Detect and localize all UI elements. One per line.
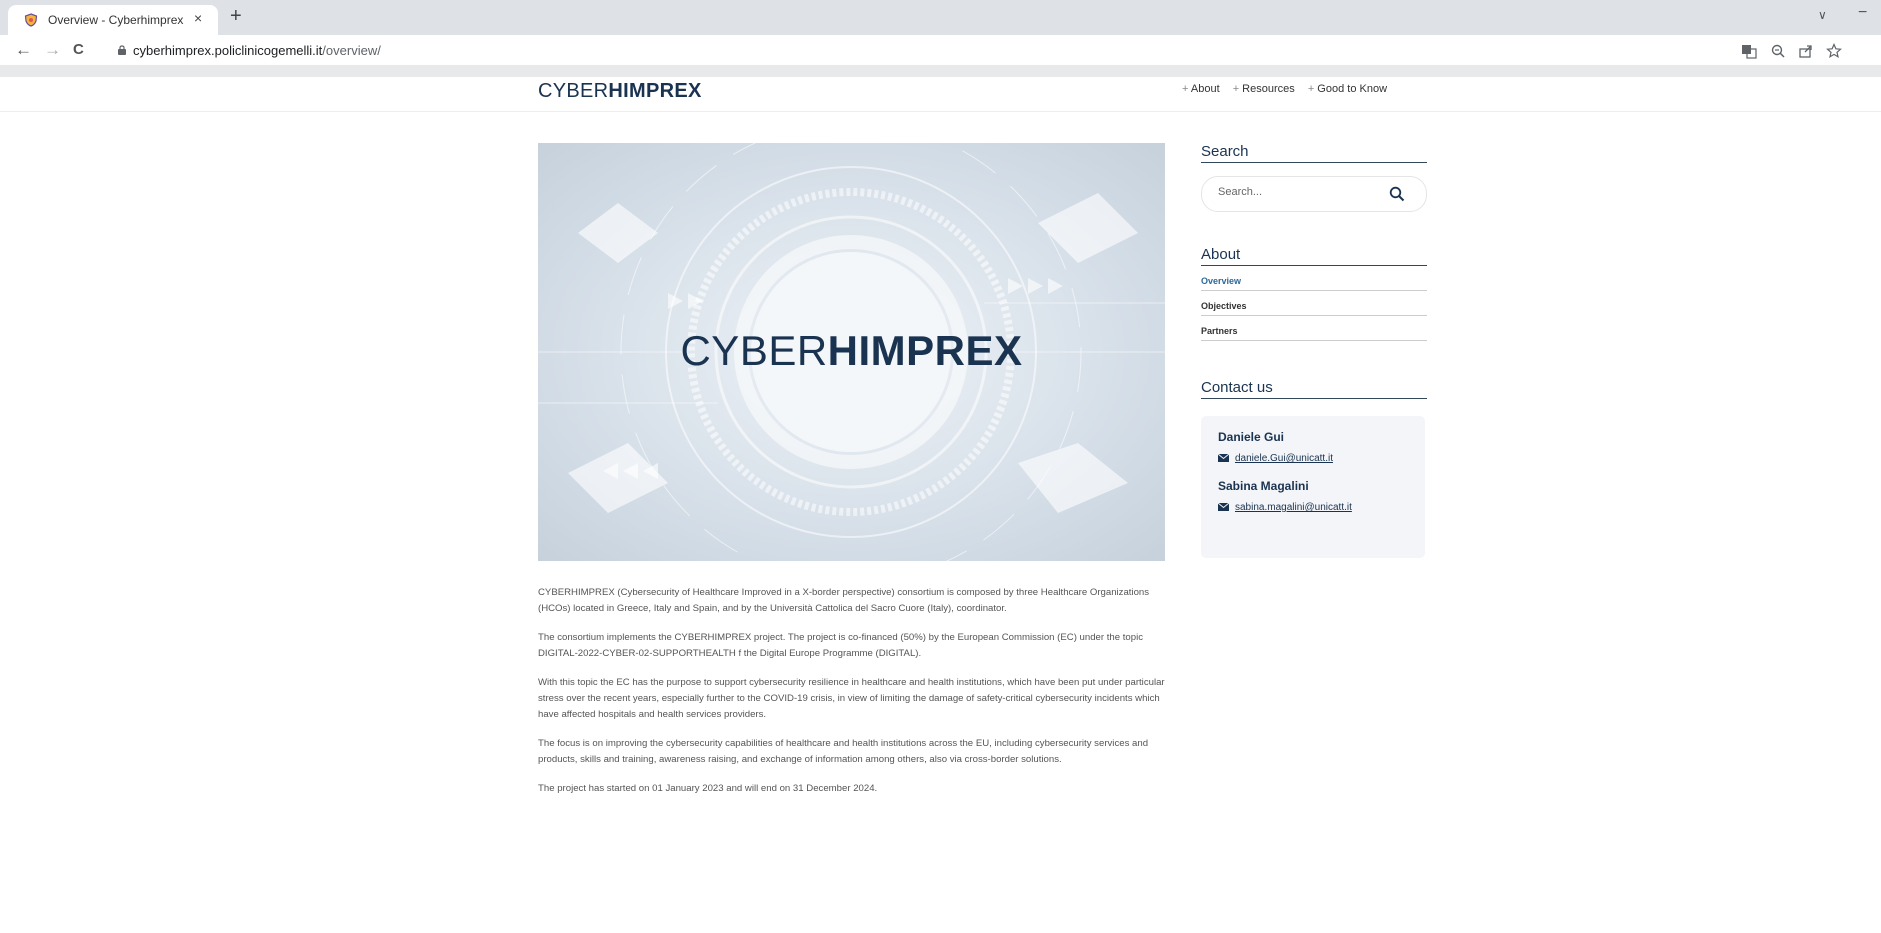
article-paragraph: With this topic the EC has the purpose t… <box>538 677 1165 720</box>
top-navigation: + About + Resources + Good to Know <box>1182 83 1397 95</box>
nav-plus: + <box>1307 83 1318 95</box>
mail-icon <box>1217 453 1230 463</box>
browser-toolbar: ← → C cyberhimprex.policlinicogemelli.it… <box>0 35 1881 65</box>
shield-favicon-icon <box>24 13 38 27</box>
tab-close-button[interactable]: × <box>194 10 202 26</box>
search-input[interactable] <box>1216 185 1370 199</box>
contact-name: Sabina Magalini <box>1218 479 1309 493</box>
hero-title: CYBERHIMPREX <box>538 327 1165 375</box>
logo-bold-text: HIMPREX <box>608 80 702 102</box>
browser-tab-bar: Overview - Cyberhimprex × + ∨ − <box>0 0 1881 35</box>
site-header: CYBERHIMPREX + About + Resources + Good … <box>0 77 1881 112</box>
search-box <box>1201 176 1427 212</box>
new-tab-button[interactable]: + <box>230 5 242 27</box>
nav-plus: + <box>1232 83 1243 95</box>
share-icon[interactable] <box>1798 43 1814 59</box>
logo-light-text: CYBER <box>538 80 609 102</box>
contact-heading: Contact us <box>1201 379 1427 399</box>
nav-good-to-know[interactable]: + Good to Know <box>1308 83 1387 95</box>
lock-icon[interactable] <box>117 45 127 55</box>
article-paragraph: The project has started on 01 January 20… <box>538 783 878 794</box>
minimize-button[interactable]: − <box>1858 4 1867 22</box>
page-top-stripe <box>0 65 1881 77</box>
hero-image: CYBERHIMPREX <box>538 143 1165 561</box>
search-icon[interactable] <box>1389 186 1405 202</box>
zoom-icon[interactable] <box>1770 43 1786 59</box>
article-paragraph: The focus is on improving the cybersecur… <box>538 738 1149 765</box>
address-bar[interactable]: cyberhimprex.policlinicogemelli.it/overv… <box>133 43 381 58</box>
back-button[interactable]: ← <box>15 41 32 59</box>
contact-email-link[interactable]: daniele.Gui@unicatt.it <box>1235 453 1333 464</box>
article-body: CYBERHIMPREX (Cybersecurity of Healthcar… <box>538 585 1168 810</box>
star-icon[interactable] <box>1826 43 1842 59</box>
article-paragraph: The consortium implements the CYBERHIMPR… <box>538 632 1144 659</box>
contact-email-link[interactable]: sabina.magalini@unicatt.it <box>1235 502 1352 513</box>
url-host: cyberhimprex.policlinicogemelli.it <box>133 43 323 58</box>
sidebar-link-partners[interactable]: Partners <box>1201 326 1427 341</box>
sidebar-link-overview[interactable]: Overview <box>1201 276 1427 291</box>
tab-search-icon[interactable]: ∨ <box>1818 8 1827 22</box>
site-logo[interactable]: CYBERHIMPREX <box>538 80 702 103</box>
about-heading: About <box>1201 246 1427 266</box>
contact-card: Daniele Gui daniele.Gui@unicatt.it Sabin… <box>1201 416 1425 558</box>
url-path: /overview/ <box>322 43 381 58</box>
hero-title-bold: HIMPREX <box>827 327 1023 374</box>
translate-icon[interactable] <box>1741 43 1757 59</box>
hero-title-light: CYBER <box>680 327 828 374</box>
nav-about[interactable]: + About <box>1182 83 1220 95</box>
tab-title: Overview - Cyberhimprex <box>48 13 184 27</box>
search-heading: Search <box>1201 143 1427 163</box>
nav-about-label: About <box>1190 83 1220 95</box>
nav-good-to-know-label: Good to Know <box>1317 83 1388 95</box>
contact-name: Daniele Gui <box>1218 430 1285 444</box>
nav-plus: + <box>1182 83 1191 95</box>
sidebar-link-objectives[interactable]: Objectives <box>1201 301 1427 316</box>
browser-tab[interactable]: Overview - Cyberhimprex × <box>8 5 218 35</box>
article-paragraph: CYBERHIMPREX (Cybersecurity of Healthcar… <box>538 587 1150 614</box>
mail-icon <box>1217 502 1230 512</box>
contact-email-row: sabina.magalini@unicatt.it <box>1217 502 1352 513</box>
reload-button[interactable]: C <box>73 41 84 59</box>
contact-email-row: daniele.Gui@unicatt.it <box>1217 453 1333 464</box>
forward-button[interactable]: → <box>44 41 61 59</box>
nav-resources-label: Resources <box>1242 83 1295 95</box>
nav-resources[interactable]: + Resources <box>1233 83 1295 95</box>
